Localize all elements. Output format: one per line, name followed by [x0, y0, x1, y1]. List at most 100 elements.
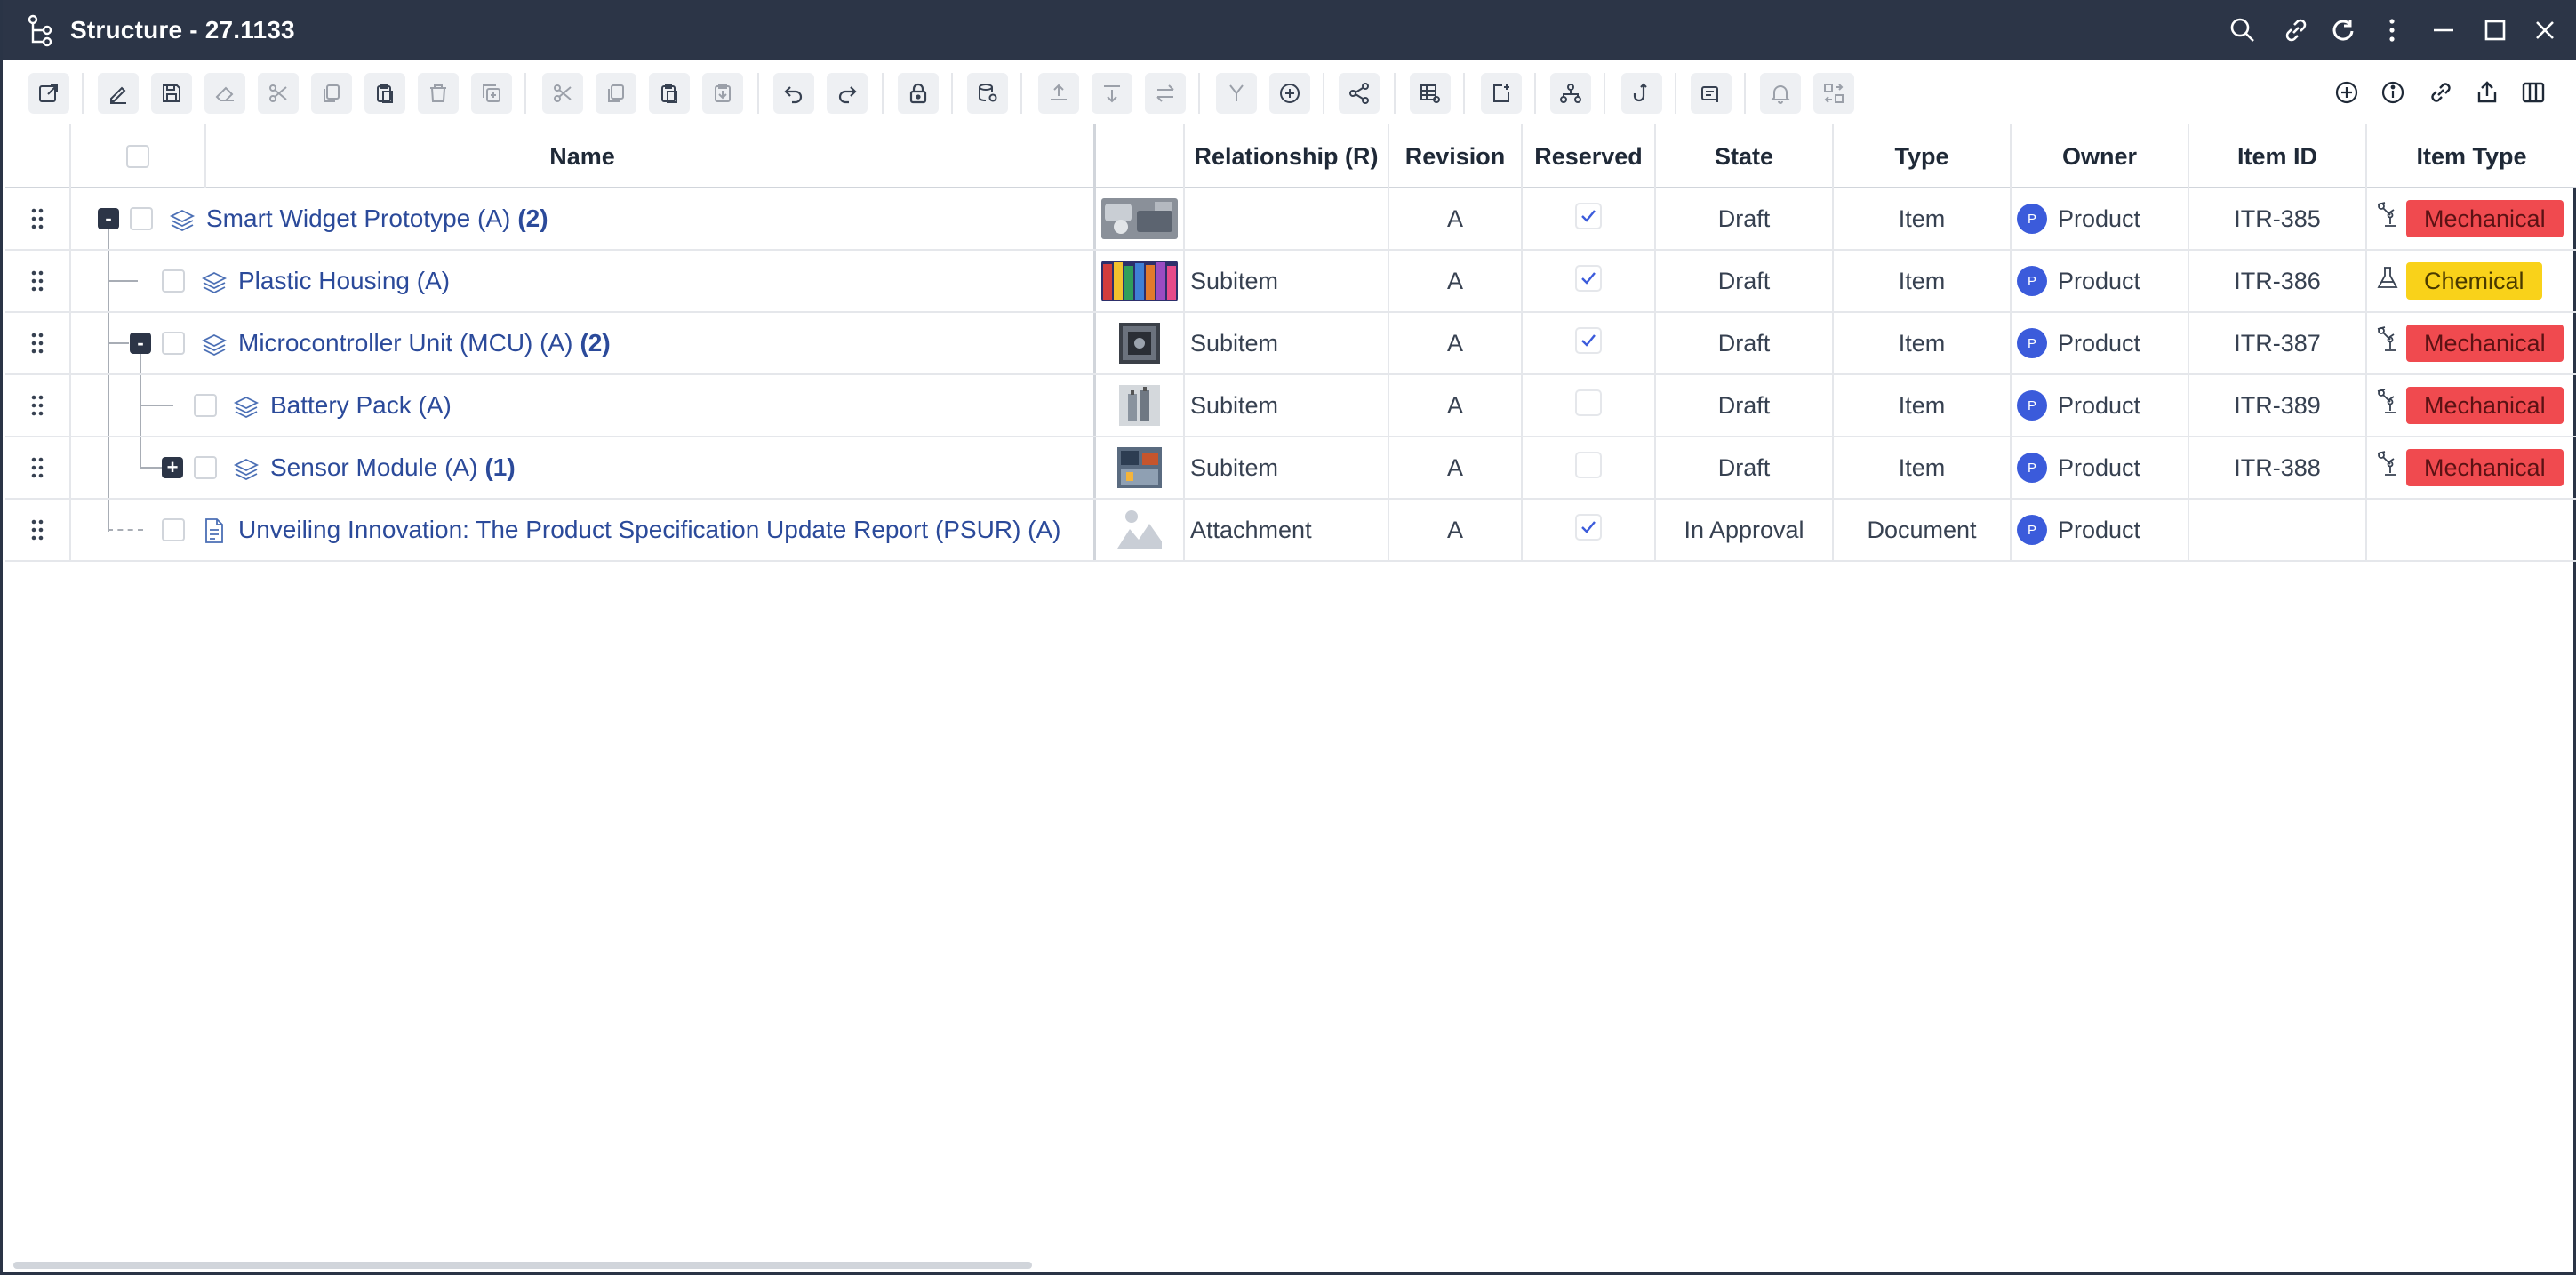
convert-icon[interactable] — [1813, 73, 1854, 114]
thumbnail-image[interactable] — [1101, 323, 1178, 364]
paste-icon[interactable] — [364, 73, 405, 114]
reserved-column-header[interactable]: Reserved — [1523, 124, 1656, 188]
add-circle-right-icon[interactable] — [2327, 73, 2366, 112]
close-icon[interactable] — [2527, 12, 2563, 48]
table-settings-icon[interactable] — [1410, 73, 1451, 114]
add-note-icon[interactable] — [1481, 73, 1522, 114]
lock-icon[interactable] — [898, 73, 939, 114]
table-row[interactable]: Unveiling Innovation: The Product Specif… — [5, 500, 2576, 562]
table-row[interactable]: Plastic Housing (A) Subitem A Draft Item… — [5, 251, 2576, 313]
form-icon[interactable] — [1691, 73, 1732, 114]
item-name-link[interactable]: Plastic Housing (A) — [238, 267, 450, 295]
share-icon[interactable] — [1339, 73, 1380, 114]
item-id-column-header[interactable]: Item ID — [2189, 124, 2367, 188]
columns-icon[interactable] — [2514, 73, 2553, 112]
item-name-link[interactable]: Battery Pack (A) — [270, 391, 452, 420]
drag-handle-icon[interactable] — [5, 251, 71, 311]
minimize-icon[interactable] — [2426, 12, 2461, 48]
redo-icon[interactable] — [827, 73, 868, 114]
reserved-check-icon[interactable] — [1575, 264, 1602, 298]
row-checkbox[interactable] — [194, 394, 217, 417]
name-column-header[interactable]: Name — [71, 124, 1095, 188]
table-row[interactable]: Battery Pack (A) Subitem A Draft Item P … — [5, 375, 2576, 437]
info-icon[interactable] — [2373, 73, 2412, 112]
swap-icon[interactable] — [1145, 73, 1186, 114]
merge-icon[interactable] — [1216, 73, 1257, 114]
thumbnail-cell[interactable] — [1096, 251, 1185, 311]
eraser-icon[interactable] — [204, 73, 245, 114]
drag-handle-icon[interactable] — [5, 437, 71, 498]
owner-cell: P Product — [2012, 251, 2189, 311]
thumbnail-cell[interactable] — [1096, 437, 1185, 498]
row-checkbox[interactable] — [130, 207, 153, 230]
row-checkbox[interactable] — [194, 456, 217, 479]
save-icon[interactable] — [151, 73, 192, 114]
thumbnail-image[interactable] — [1101, 447, 1178, 488]
hierarchy-icon[interactable] — [1550, 73, 1591, 114]
horizontal-scrollbar[interactable] — [13, 1262, 1032, 1269]
thumbnail-image[interactable] — [1101, 261, 1178, 301]
database-settings-icon[interactable] — [967, 73, 1008, 114]
copy-relationship-icon[interactable] — [596, 73, 636, 114]
delete-icon[interactable] — [418, 73, 459, 114]
item-name-link[interactable]: Smart Widget Prototype (A) — [206, 204, 510, 233]
type-column-header[interactable]: Type — [1834, 124, 2012, 188]
reserved-checkbox-empty[interactable] — [1575, 389, 1602, 422]
maximize-icon[interactable] — [2477, 12, 2513, 48]
item-type-column-header[interactable]: Item Type — [2367, 124, 2576, 188]
thumbnail-cell[interactable] — [1096, 500, 1185, 560]
collapse-toggle[interactable]: - — [130, 333, 151, 354]
item-name-link[interactable]: Unveiling Innovation: The Product Specif… — [238, 516, 1061, 544]
refresh-icon[interactable] — [2324, 12, 2360, 48]
chain-link-icon[interactable] — [2421, 73, 2460, 112]
duplicate-icon[interactable] — [471, 73, 512, 114]
edit-icon[interactable] — [98, 73, 139, 114]
drag-handle-icon[interactable] — [5, 188, 71, 249]
row-checkbox[interactable] — [162, 332, 185, 355]
thumbnail-cell[interactable] — [1096, 375, 1185, 436]
row-checkbox[interactable] — [162, 269, 185, 293]
relationship-column-header[interactable]: Relationship (R) — [1185, 124, 1389, 188]
image-placeholder-icon[interactable] — [1117, 506, 1162, 555]
open-external-icon[interactable] — [28, 73, 69, 114]
insert-below-icon[interactable] — [1092, 73, 1132, 114]
add-circle-icon[interactable] — [1269, 73, 1310, 114]
link-icon[interactable] — [2278, 12, 2314, 48]
owner-cell: P Product — [2012, 375, 2189, 436]
drag-handle-icon[interactable] — [5, 500, 71, 560]
item-name-link[interactable]: Microcontroller Unit (MCU) (A) — [238, 329, 572, 357]
export-icon[interactable] — [2468, 73, 2507, 112]
reserved-check-icon[interactable] — [1575, 202, 1602, 236]
drag-handle-icon[interactable] — [5, 313, 71, 373]
insert-above-icon[interactable] — [1038, 73, 1079, 114]
item-name-link[interactable]: Sensor Module (A) — [270, 453, 477, 482]
copy-icon[interactable] — [311, 73, 352, 114]
table-row[interactable]: - Microcontroller Unit (MCU) (A) (2) Sub… — [5, 313, 2576, 375]
row-checkbox[interactable] — [162, 518, 185, 541]
revision-column-header[interactable]: Revision — [1389, 124, 1523, 188]
drag-handle-icon[interactable] — [5, 375, 71, 436]
select-all-checkbox[interactable] — [126, 145, 149, 168]
collapse-toggle[interactable]: - — [98, 208, 119, 229]
thumbnail-image[interactable] — [1101, 198, 1178, 239]
paste-relationship-icon[interactable] — [649, 73, 690, 114]
owner-column-header[interactable]: Owner — [2012, 124, 2189, 188]
bell-icon[interactable] — [1760, 73, 1801, 114]
hook-icon[interactable] — [1621, 73, 1662, 114]
reserved-check-icon[interactable] — [1575, 513, 1602, 547]
reserved-checkbox-empty[interactable] — [1575, 451, 1602, 485]
thumbnail-cell[interactable] — [1096, 188, 1185, 249]
expand-toggle[interactable]: + — [162, 457, 183, 478]
more-vertical-icon[interactable] — [2374, 12, 2410, 48]
thumbnail-cell[interactable] — [1096, 313, 1185, 373]
reserved-check-icon[interactable] — [1575, 326, 1602, 360]
paste-special-icon[interactable] — [702, 73, 743, 114]
undo-icon[interactable] — [773, 73, 814, 114]
table-row[interactable]: - Smart Widget Prototype (A) (2) A Draft… — [5, 188, 2576, 251]
cut-relationship-icon[interactable] — [542, 73, 583, 114]
table-row[interactable]: + Sensor Module (A) (1) Subitem A Draft … — [5, 437, 2576, 500]
search-icon[interactable] — [2225, 12, 2260, 48]
thumbnail-image[interactable] — [1101, 385, 1178, 426]
cut-icon[interactable] — [258, 73, 299, 114]
state-column-header[interactable]: State — [1656, 124, 1834, 188]
